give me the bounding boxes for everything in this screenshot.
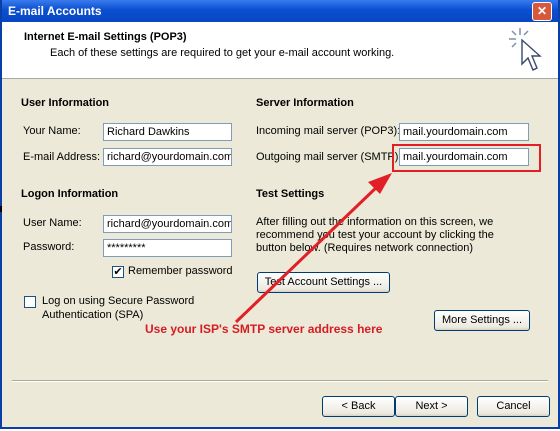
user-info-heading: User Information: [21, 97, 110, 109]
outgoing-server-label: Outgoing mail server (SMTP):: [256, 151, 402, 163]
next-button[interactable]: Next >: [395, 396, 468, 417]
password-input[interactable]: *********: [103, 239, 232, 257]
your-name-label: Your Name:: [23, 125, 81, 137]
remember-password-label: Remember password: [128, 265, 233, 277]
back-button[interactable]: < Back: [322, 396, 395, 417]
incoming-server-label: Incoming mail server (POP3):: [256, 125, 401, 137]
title-bar[interactable]: E-mail Accounts ✕: [2, 0, 558, 22]
spa-label-line1: Log on using Secure Password: [42, 295, 195, 307]
page-title: Internet E-mail Settings (POP3): [24, 31, 187, 43]
more-settings-button[interactable]: More Settings ...: [434, 310, 530, 331]
email-address-input[interactable]: richard@yourdomain.com: [103, 148, 232, 166]
test-settings-heading: Test Settings: [256, 188, 325, 200]
checkmark-icon: ✔: [113, 266, 123, 278]
smtp-highlight-box: [392, 144, 541, 172]
wizard-header: Internet E-mail Settings (POP3) Each of …: [2, 22, 558, 79]
close-icon[interactable]: ✕: [532, 2, 552, 21]
annotation-text: Use your ISP's SMTP server address here: [145, 322, 383, 336]
your-name-input[interactable]: Richard Dawkins: [103, 123, 232, 141]
cancel-button[interactable]: Cancel: [477, 396, 550, 417]
user-name-input[interactable]: richard@yourdomain.com: [103, 215, 232, 233]
test-settings-description: After filling out the information on thi…: [256, 216, 494, 254]
server-info-heading: Server Information: [256, 97, 354, 109]
spa-checkbox[interactable]: [24, 296, 36, 308]
user-name-label: User Name:: [23, 217, 82, 229]
footer-separator: [12, 380, 548, 382]
edge-mark: [0, 206, 2, 212]
remember-password-checkbox[interactable]: ✔: [112, 266, 124, 278]
wizard-cursor-icon: [509, 28, 542, 71]
email-accounts-window: E-mail Accounts ✕ Internet E-mail Settin…: [0, 0, 560, 429]
page-subtitle: Each of these settings are required to g…: [50, 47, 395, 59]
test-account-settings-button[interactable]: Test Account Settings ...: [257, 272, 390, 293]
window-title: E-mail Accounts: [8, 4, 102, 18]
email-address-label: E-mail Address:: [23, 151, 101, 163]
incoming-server-input[interactable]: mail.yourdomain.com: [399, 123, 529, 141]
password-label: Password:: [23, 241, 75, 253]
logon-info-heading: Logon Information: [21, 188, 119, 200]
spa-label-line2: Authentication (SPA): [42, 309, 144, 321]
